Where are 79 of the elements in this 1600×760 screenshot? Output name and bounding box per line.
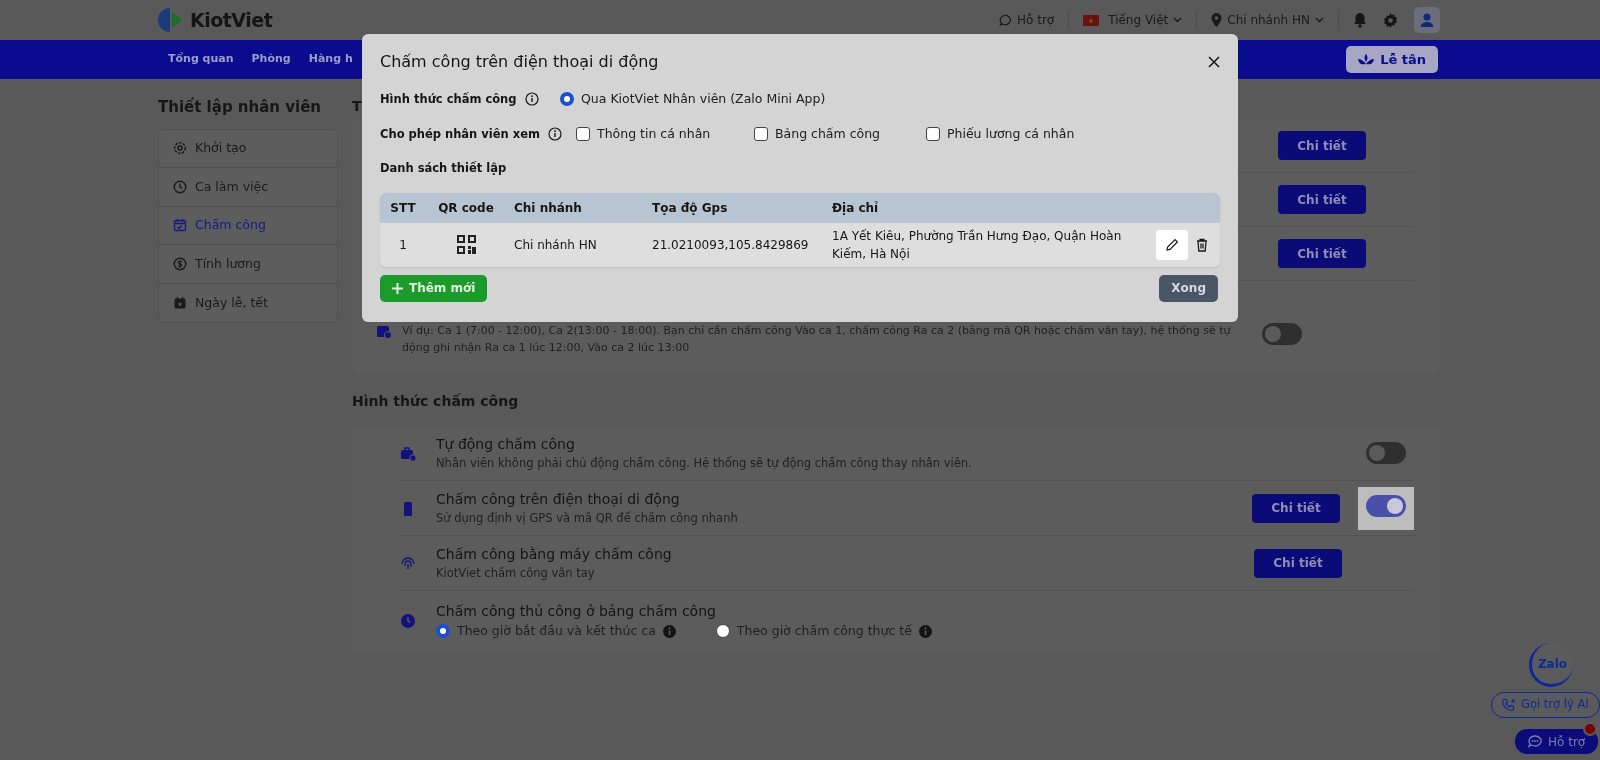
location-pin-icon	[1211, 13, 1223, 27]
sidebar-item[interactable]: Ca làm việc	[159, 168, 337, 207]
row-title: Tự động chấm công	[436, 434, 576, 454]
table-cell-text: Chi nhánh HN	[513, 236, 598, 254]
lotus-icon	[1358, 53, 1375, 66]
row-title: Chấm công bằng máy chấm công	[436, 544, 673, 564]
section-heading: T	[352, 97, 362, 116]
calendar-check-icon	[173, 218, 187, 233]
checkbox-option[interactable]: Thông tin cá nhân	[576, 124, 754, 144]
nav-item[interactable]: Phòng	[251, 51, 291, 68]
pencil-icon	[1165, 238, 1179, 253]
row-description: KiotViet chấm công vân tay	[436, 564, 596, 582]
done-button[interactable]: Xong	[1159, 274, 1218, 302]
support-link[interactable]: Hỗ trợ	[999, 11, 1055, 29]
flag-icon	[1083, 14, 1100, 26]
section-heading: Hình thức chấm công	[352, 392, 519, 411]
calendar-clock-icon	[376, 323, 392, 339]
support-button[interactable]: Hỗ trợ	[1515, 729, 1599, 754]
toggle-switch[interactable]	[1262, 323, 1302, 345]
checkbox-option[interactable]: Bảng chấm công	[754, 124, 926, 144]
edit-button[interactable]	[1156, 229, 1188, 260]
sidebar-title: Thiết lập nhân viên	[158, 97, 322, 118]
nav-item[interactable]: Tổng quan	[168, 51, 234, 68]
info-icon	[524, 92, 539, 107]
column-header: Tọa độ Gps	[652, 199, 729, 217]
nav-item[interactable]: Hàng h	[308, 51, 353, 68]
close-button[interactable]	[1208, 56, 1220, 68]
logo-text: KiotViet	[190, 7, 273, 33]
chevron-down-icon	[1315, 17, 1324, 23]
fingerprint-icon	[400, 555, 416, 572]
notification-icon[interactable]	[1353, 12, 1367, 28]
row-title: Chấm công trên điện thoại di động	[436, 489, 681, 509]
toggle-switch[interactable]	[1366, 494, 1406, 517]
checkbox-option[interactable]: Phiếu lương cá nhân	[926, 124, 1096, 144]
avatar-icon[interactable]	[1414, 7, 1440, 33]
info-icon	[547, 127, 562, 142]
qr-code-icon	[456, 235, 476, 255]
briefcase-clock-icon	[400, 445, 416, 462]
sidebar-item[interactable]: Tính lương	[159, 245, 337, 284]
chevron-down-icon	[1173, 17, 1183, 23]
detail-button[interactable]: Chi tiết	[1278, 131, 1366, 160]
info-icon	[918, 624, 932, 638]
sidebar-item[interactable]: Khởi tạo	[159, 129, 337, 169]
language-selector[interactable]: Tiếng Việt	[1083, 11, 1183, 29]
row-title: Chấm công thủ công ở bảng chấm công	[436, 602, 717, 621]
notification-dot	[1583, 722, 1597, 736]
field-label: Hình thức chấm công	[380, 90, 517, 108]
dollar-icon	[173, 257, 187, 272]
table-cell-text: 21.0210093,105.8429869	[652, 236, 810, 254]
modal-title: Chấm công trên điện thoại di động	[380, 51, 660, 73]
detail-button[interactable]: Chi tiết	[1252, 493, 1340, 523]
chat-icon	[999, 13, 1012, 27]
toggle-switch[interactable]	[1366, 442, 1406, 464]
trash-icon	[1196, 237, 1208, 252]
gear-icon	[173, 141, 187, 156]
column-header: QR code	[437, 199, 495, 217]
clock-icon	[173, 179, 187, 194]
detail-button[interactable]: Chi tiết	[1278, 239, 1366, 268]
radio-option[interactable]: Qua KiotViet Nhân viên (Zalo Mini App)	[560, 90, 826, 109]
detail-button[interactable]: Chi tiết	[1254, 548, 1342, 578]
column-header: STT	[389, 199, 417, 217]
info-icon	[662, 624, 676, 638]
table-cell-text: 1A Yết Kiêu, Phường Trần Hưng Đạo, Quận Hoàn Kiếm, Hà Nội	[832, 227, 1123, 263]
table-cell-text: 1	[398, 236, 408, 254]
phone-plus-icon	[1502, 698, 1516, 712]
reception-button[interactable]: Lễ tân	[1346, 45, 1438, 74]
chat-icon	[1528, 735, 1542, 748]
sidebar-item[interactable]: Ngày lễ, tết	[159, 283, 337, 323]
settings-icon[interactable]	[1383, 12, 1398, 28]
field-label: Cho phép nhân viên xem	[380, 125, 540, 143]
row-description: Nhân viên không phải chủ động chấm công. Hệ thống sẽ tự động chấm công thay nhân viên.	[436, 454, 973, 472]
detail-button[interactable]: Chi tiết	[1278, 185, 1366, 214]
row-description: Sử dụng định vị GPS và mã QR để chấm công nhanh	[436, 509, 739, 527]
column-header: Địa chỉ	[832, 199, 880, 217]
clock-icon	[400, 613, 416, 630]
column-header: Chi nhánh	[513, 199, 583, 217]
list-title: Danh sách thiết lập	[380, 159, 508, 177]
plus-icon	[392, 282, 403, 294]
add-button[interactable]: Thêm mới	[380, 274, 488, 302]
